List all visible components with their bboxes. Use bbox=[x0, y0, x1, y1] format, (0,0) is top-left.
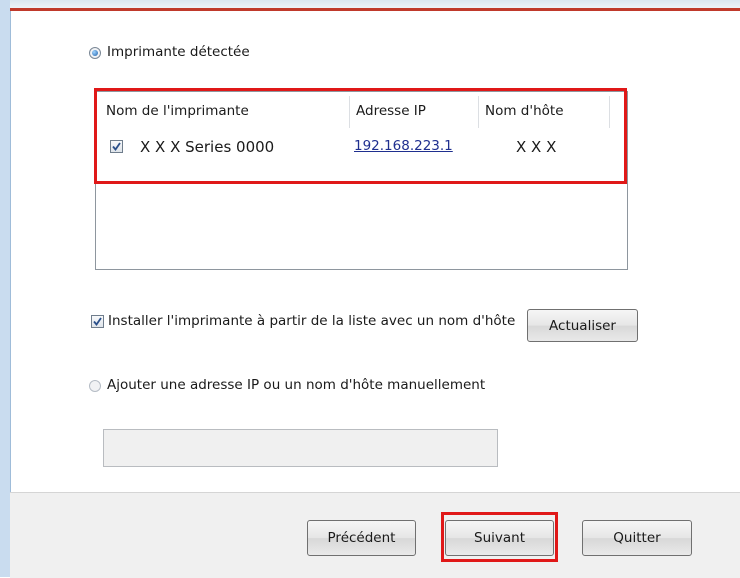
manual-entry-label: Ajouter une adresse IP ou un nom d'hôte … bbox=[107, 377, 486, 393]
window-left-border bbox=[0, 0, 11, 577]
install-from-list-label: Installer l'imprimante à partir de la li… bbox=[108, 313, 516, 329]
quit-button[interactable]: Quitter bbox=[582, 520, 692, 556]
accent-line bbox=[10, 8, 740, 11]
previous-button[interactable]: Précédent bbox=[307, 520, 416, 556]
detected-printer-radio[interactable] bbox=[89, 47, 101, 59]
detected-printer-label: Imprimante détectée bbox=[107, 44, 250, 60]
refresh-button[interactable]: Actualiser bbox=[527, 309, 638, 342]
highlight-box bbox=[94, 88, 627, 184]
next-button[interactable]: Suivant bbox=[445, 520, 554, 556]
window-top-strip bbox=[10, 0, 740, 8]
manual-entry-radio[interactable] bbox=[89, 380, 101, 392]
manual-address-input[interactable] bbox=[103, 429, 498, 467]
install-from-list-checkbox[interactable] bbox=[91, 315, 104, 328]
